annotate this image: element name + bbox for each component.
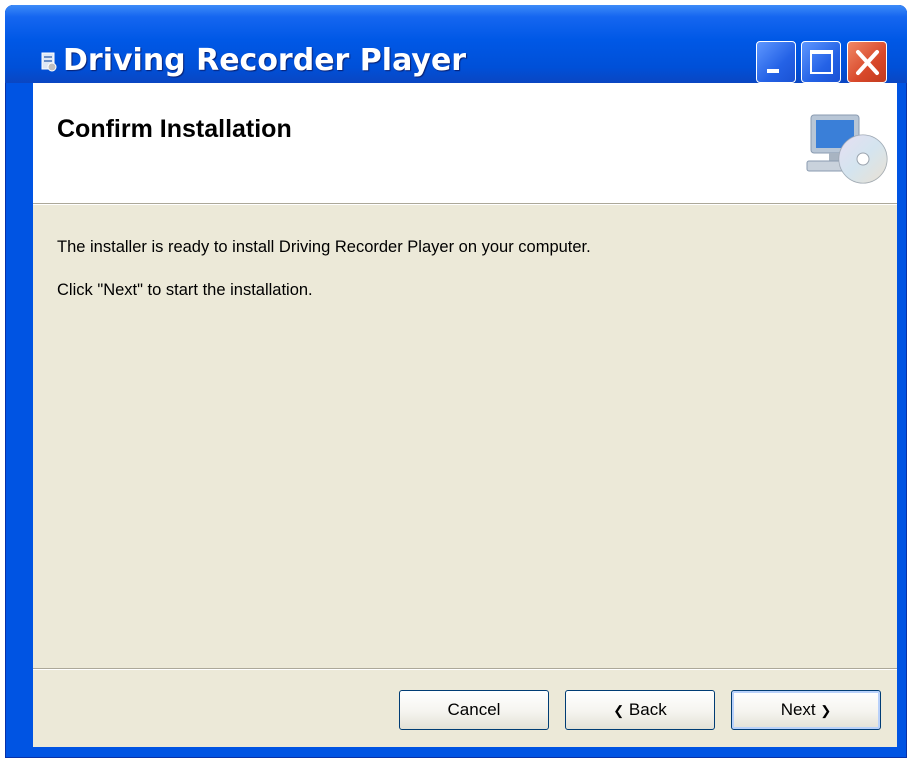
next-button-label: Next [780, 700, 816, 719]
chevron-right-icon: ❯ [820, 702, 832, 718]
info-text-instruction: Click "Next" to start the installation. [57, 281, 313, 299]
window-title: Driving Recorder Player [63, 43, 467, 78]
maximize-button[interactable] [801, 41, 841, 83]
computer-cd-icon [806, 114, 888, 184]
chevron-left-icon: ❮ [613, 702, 625, 718]
info-text-ready: The installer is ready to install Drivin… [57, 238, 591, 256]
back-button[interactable]: ❮ Back [565, 690, 715, 730]
cancel-button[interactable]: Cancel [399, 690, 549, 730]
close-icon [856, 50, 879, 75]
maximize-icon [810, 50, 833, 74]
cancel-button-label: Cancel [447, 700, 501, 719]
page-title: Confirm Installation [57, 115, 292, 143]
minimize-button[interactable] [756, 41, 796, 83]
header-divider [33, 204, 897, 205]
footer-divider-highlight [33, 669, 897, 670]
dialog-client-area: Confirm Installation The installer is re… [33, 83, 897, 747]
dialog-header: Confirm Installation [33, 83, 897, 204]
title-bar[interactable]: Driving Recorder Player [5, 5, 907, 83]
minimize-icon [767, 69, 779, 73]
next-button[interactable]: Next ❯ [731, 690, 881, 730]
installer-app-icon [41, 52, 57, 72]
back-button-label: Back [628, 700, 667, 719]
installer-window: Driving Recorder Player Confirm Installa… [5, 5, 907, 758]
close-button[interactable] [847, 41, 887, 83]
